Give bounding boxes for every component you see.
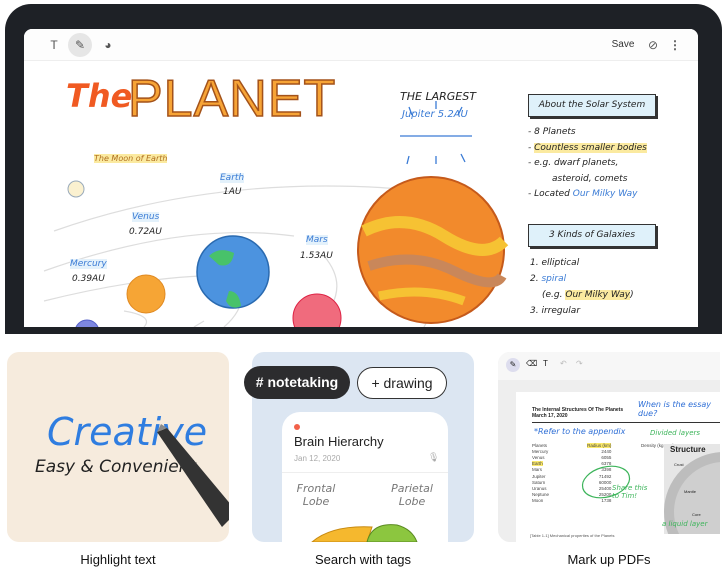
table-caption: [Table 1-1] Mechanical properties of the… [530, 533, 615, 538]
note-date: Jan 12, 2020 [294, 454, 341, 463]
note-liquid: a liquid layer [662, 520, 708, 528]
markup-pdf-card[interactable]: ✎ ⌫ T ↶ ↷ The Internal Structures Of The… [498, 352, 720, 542]
rule [532, 422, 720, 423]
title-planet: PLANET [127, 69, 337, 129]
venus-label: Venus [132, 212, 160, 222]
parietal-lobe-label: Parietal Lobe [391, 482, 433, 508]
moon-label: The Moon of Earth [94, 154, 168, 163]
note-share: Share this to Tim! [612, 484, 648, 500]
solar-list: - 8 Planets - Countless smaller bodies -… [528, 125, 647, 203]
mercury-planet [75, 319, 99, 327]
save-button[interactable]: Save [608, 35, 638, 55]
attach-icon[interactable]: ⊘ [643, 35, 663, 55]
solar-item: - e.g. dwarf planets, [528, 158, 619, 168]
galaxy-item: 1. elliptical [530, 258, 580, 268]
pdf-page: The Internal Structures Of The Planets Ma… [516, 392, 720, 542]
mercury-label: Mercury [70, 259, 107, 269]
more-icon[interactable]: ⋮ [665, 35, 685, 55]
redo-icon[interactable]: ↷ [576, 359, 583, 368]
solar-heading: About the Solar System [528, 94, 656, 117]
divider [282, 472, 448, 473]
tag-add-drawing[interactable]: + drawing [357, 367, 447, 399]
mars-planet [292, 293, 342, 327]
text-icon[interactable]: T [543, 359, 548, 368]
galaxy-list: 1. elliptical 2. spiral (e.g. Our Milky … [530, 255, 634, 319]
palette-icon[interactable]: ◕ [98, 35, 118, 55]
brain-drawing [311, 524, 418, 542]
highlight-text-card[interactable]: Creative Easy & Convenient [7, 352, 229, 542]
note-title: Brain Hierarchy [294, 434, 384, 449]
caption-markup: Mark up PDFs [567, 552, 651, 567]
caption-highlight: Highlight text [80, 552, 156, 567]
doc-title: The Internal Structures Of The Planets Ma… [532, 407, 624, 419]
toolbar: T ✎ ◕ Save ⊘ ⋮ [24, 29, 698, 61]
solar-item: - Located Our Milky Way [528, 189, 638, 199]
search-tags-card[interactable]: # notetaking + drawing Brain Hierarchy J… [244, 352, 474, 542]
mars-distance: 1.53AU [300, 251, 333, 261]
note-card[interactable]: Brain Hierarchy Jan 12, 2020 🎙 Frontal L… [282, 412, 448, 542]
note-refer: *Refer to the appendix [534, 427, 626, 436]
largest-label: THE LARGEST [400, 90, 476, 103]
galaxy-item: (e.g. Our Milky Way) [542, 290, 634, 300]
venus-distance: 0.72AU [129, 227, 162, 237]
eraser-icon[interactable]: ⌫ [526, 359, 537, 368]
mercury-distance: 0.39AU [72, 274, 105, 284]
solar-item: - Countless smaller bodies [528, 142, 647, 153]
galaxy-heading: 3 Kinds of Galaxies [528, 224, 656, 247]
pen-icon[interactable]: ✎ [68, 33, 92, 57]
galaxy-item: 3. irregular [530, 306, 581, 316]
caption-search: Search with tags [314, 552, 412, 567]
pen-icon[interactable]: ✎ [506, 358, 520, 372]
galaxy-item: 2. spiral [530, 274, 567, 284]
moon-icon [67, 180, 85, 198]
pdf-toolbar: ✎ ⌫ T ↶ ↷ [498, 352, 720, 380]
earth-label: Earth [220, 173, 245, 183]
largest-value: Jupiter 5.2AU [402, 109, 468, 120]
mars-label: Mars [306, 235, 328, 245]
text-icon[interactable]: T [44, 35, 64, 55]
solar-item: asteroid, comets [552, 173, 628, 184]
note-screen: T ✎ ◕ Save ⊘ ⋮ The PLANET THE LARGEST Ju… [24, 29, 698, 327]
s-pen-icon [157, 424, 229, 527]
diagram-title: Structure [670, 445, 706, 454]
tag-notetaking[interactable]: # notetaking [244, 366, 350, 399]
color-dot [294, 424, 300, 430]
earth-distance: 1AU [223, 187, 242, 197]
venus-planet [126, 274, 166, 314]
solar-item: - 8 Planets [528, 127, 576, 137]
mic-icon: 🎙 [428, 452, 440, 462]
title-the: The [66, 77, 133, 115]
note-due: When is the essay due? [638, 400, 712, 418]
frontal-lobe-label: Frontal Lobe [296, 482, 336, 508]
undo-icon[interactable]: ↶ [560, 359, 567, 368]
note-layers: Divided layers [650, 429, 701, 437]
